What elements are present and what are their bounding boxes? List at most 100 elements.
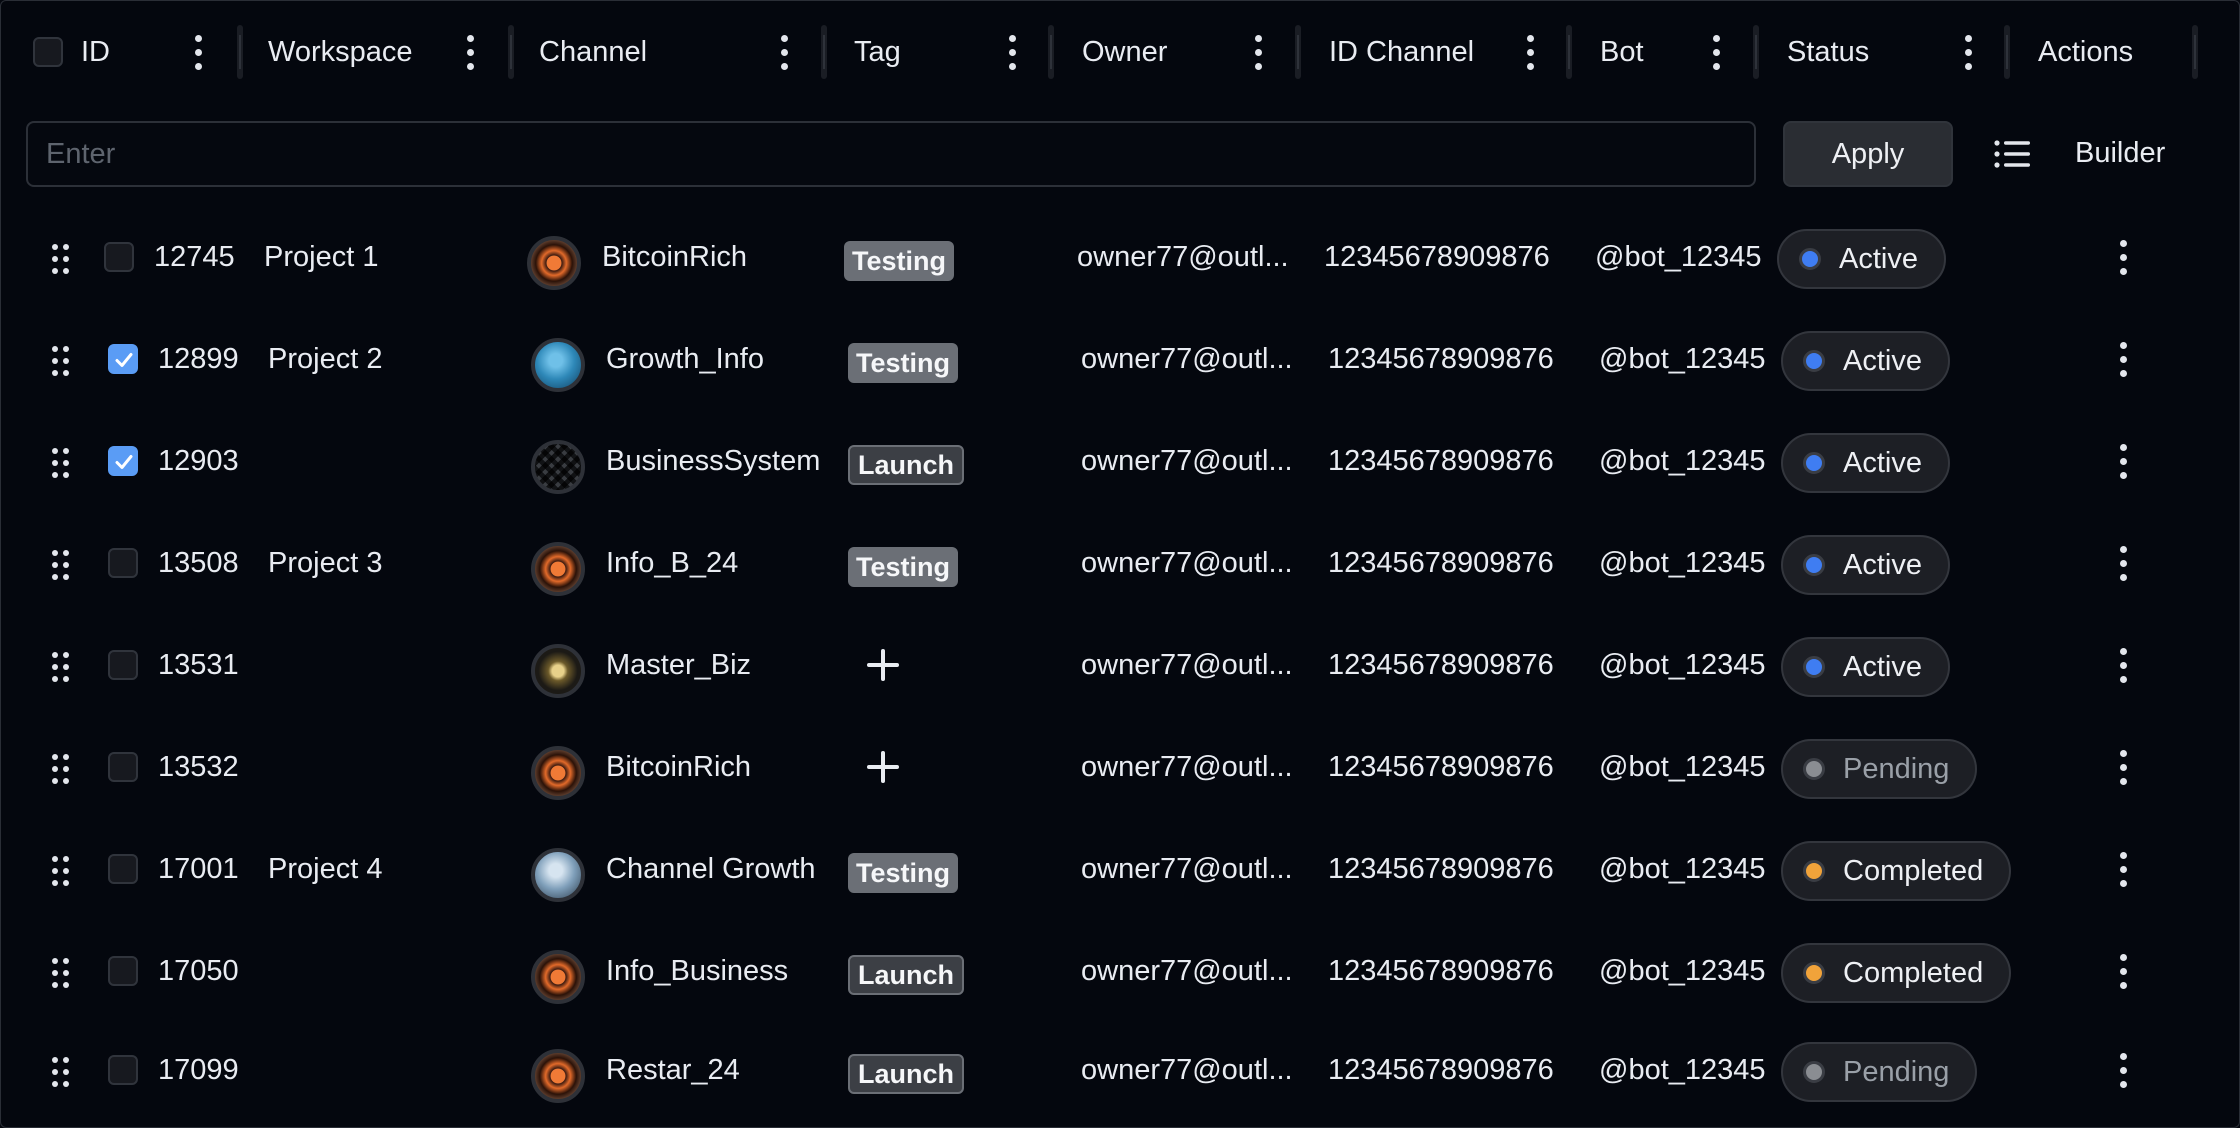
table-row[interactable]: 12745 Project 1 BitcoinRich Testing owner77@… (1, 206, 2239, 308)
row-actions-icon[interactable] (2118, 852, 2128, 888)
apply-button[interactable]: Apply (1783, 121, 1953, 187)
drag-handle-icon[interactable] (52, 244, 70, 274)
status-label: Pending (1843, 752, 1950, 785)
row-checkbox[interactable] (108, 446, 138, 476)
column-header-id[interactable]: ID (81, 36, 110, 69)
table-row[interactable]: 13531 Master_Biz owner77@outl... 1234567890… (1, 614, 2239, 716)
row-checkbox[interactable] (108, 1055, 138, 1085)
column-menu-tag-icon[interactable] (1007, 35, 1017, 71)
tag-badge[interactable]: Launch (848, 445, 965, 485)
drag-handle-icon[interactable] (52, 958, 70, 988)
drag-handle-icon[interactable] (52, 448, 70, 478)
column-resizer-workspace[interactable] (505, 25, 517, 79)
row-checkbox[interactable] (108, 548, 138, 578)
cell-channel[interactable]: BitcoinRich (606, 716, 751, 818)
filter-input[interactable] (26, 121, 1756, 187)
column-menu-channel-icon[interactable] (779, 35, 789, 71)
tag-badge[interactable]: Testing (844, 241, 954, 281)
column-menu-workspace-icon[interactable] (465, 35, 475, 71)
add-tag-icon[interactable] (867, 751, 899, 783)
drag-handle-icon[interactable] (52, 346, 70, 376)
cell-channel[interactable]: Restar_24 (606, 1019, 740, 1121)
table-row[interactable]: 13508 Project 3 Info_B_24 Testing owner77@ou… (1, 512, 2239, 614)
drag-handle-icon[interactable] (52, 550, 70, 580)
cell-id-channel: 12345678909876 (1324, 240, 1550, 273)
drag-handle-icon[interactable] (52, 652, 70, 682)
table-row[interactable]: 12899 Project 2 Growth_Info Testing owner77@… (1, 308, 2239, 410)
row-checkbox[interactable] (108, 752, 138, 782)
row-actions-icon[interactable] (2118, 342, 2128, 378)
column-menu-bot-icon[interactable] (1711, 35, 1721, 71)
table-row[interactable]: 17099 Restar_24 Launch owner77@outl... 12345… (1, 1019, 2239, 1121)
cell-id: 17050 (158, 954, 239, 987)
drag-handle-icon[interactable] (52, 754, 70, 784)
cell-owner: owner77@outl... (1081, 1053, 1293, 1086)
status-label: Active (1843, 344, 1922, 377)
cell-channel[interactable]: Channel Growth (606, 818, 816, 920)
tag-badge[interactable]: Launch (848, 955, 965, 995)
builder-link[interactable]: Builder (2075, 137, 2165, 170)
column-resizer-id[interactable] (234, 25, 246, 79)
tag-badge[interactable]: Testing (848, 547, 958, 587)
table-row[interactable]: 17050 Info_Business Launch owner77@outl... 1… (1, 920, 2239, 1022)
row-checkbox[interactable] (108, 854, 138, 884)
column-menu-status-icon[interactable] (1963, 35, 1973, 71)
cell-id-channel: 12345678909876 (1328, 342, 1554, 375)
cell-channel[interactable]: BusinessSystem (606, 410, 820, 512)
row-actions-icon[interactable] (2118, 240, 2128, 276)
data-table: ID Workspace Channel Tag Owner ID Channe… (0, 0, 2240, 1128)
column-menu-id-channel-icon[interactable] (1525, 35, 1535, 71)
column-resizer-bot[interactable] (1750, 25, 1762, 79)
column-header-id-channel[interactable]: ID Channel (1329, 36, 1474, 69)
column-menu-id-icon[interactable] (193, 35, 203, 71)
cell-id: 12745 (154, 240, 235, 273)
drag-handle-icon[interactable] (52, 1057, 70, 1087)
drag-handle-icon[interactable] (52, 856, 70, 886)
tag-badge[interactable]: Testing (848, 853, 958, 893)
row-actions-icon[interactable] (2118, 1053, 2128, 1089)
cell-workspace: Project 1 (264, 240, 379, 273)
column-resizer-tag[interactable] (1045, 25, 1057, 79)
tag-badge[interactable]: Testing (848, 343, 958, 383)
column-header-workspace[interactable]: Workspace (268, 36, 413, 69)
row-actions-icon[interactable] (2118, 954, 2128, 990)
cell-channel[interactable]: Growth_Info (606, 308, 764, 410)
cell-channel[interactable]: Info_Business (606, 920, 788, 1022)
column-header-bot[interactable]: Bot (1600, 36, 1644, 69)
row-checkbox[interactable] (108, 956, 138, 986)
column-header-status[interactable]: Status (1787, 36, 1869, 69)
cell-id-channel: 12345678909876 (1328, 546, 1554, 579)
cell-owner: owner77@outl... (1081, 852, 1293, 885)
row-actions-icon[interactable] (2118, 546, 2128, 582)
list-icon[interactable] (1994, 139, 2030, 169)
column-menu-owner-icon[interactable] (1253, 35, 1263, 71)
column-resizer-channel[interactable] (818, 25, 830, 79)
column-resizer-owner[interactable] (1292, 25, 1304, 79)
column-header-owner[interactable]: Owner (1082, 36, 1167, 69)
column-resizer-status[interactable] (2001, 25, 2013, 79)
row-actions-icon[interactable] (2118, 444, 2128, 480)
tag-badge[interactable]: Launch (848, 1054, 965, 1094)
table-row[interactable]: 17001 Project 4 Channel Growth Testing owner… (1, 818, 2239, 920)
cell-channel[interactable]: Master_Biz (606, 614, 751, 716)
cell-channel[interactable]: BitcoinRich (602, 206, 747, 308)
column-header-tag[interactable]: Tag (854, 36, 901, 69)
cell-channel[interactable]: Info_B_24 (606, 512, 738, 614)
row-actions-icon[interactable] (2118, 648, 2128, 684)
select-all-checkbox[interactable] (33, 37, 63, 67)
column-resizer-actions[interactable] (2189, 25, 2201, 79)
column-header-channel[interactable]: Channel (539, 36, 647, 69)
row-checkbox[interactable] (108, 344, 138, 374)
table-row[interactable]: 13532 BitcoinRich owner77@outl... 123456789… (1, 716, 2239, 818)
status-dot-icon (1803, 554, 1825, 576)
add-tag-icon[interactable] (867, 649, 899, 681)
row-checkbox[interactable] (108, 650, 138, 680)
channel-avatar (531, 746, 585, 800)
row-actions-icon[interactable] (2118, 750, 2128, 786)
cell-workspace: Project 4 (268, 852, 383, 885)
cell-bot: @bot_12345 (1595, 240, 1762, 273)
table-row[interactable]: 12903 BusinessSystem Launch owner77@outl...… (1, 410, 2239, 512)
column-resizer-id-channel[interactable] (1563, 25, 1575, 79)
row-checkbox[interactable] (104, 242, 134, 272)
status-badge: Pending (1781, 739, 1978, 799)
